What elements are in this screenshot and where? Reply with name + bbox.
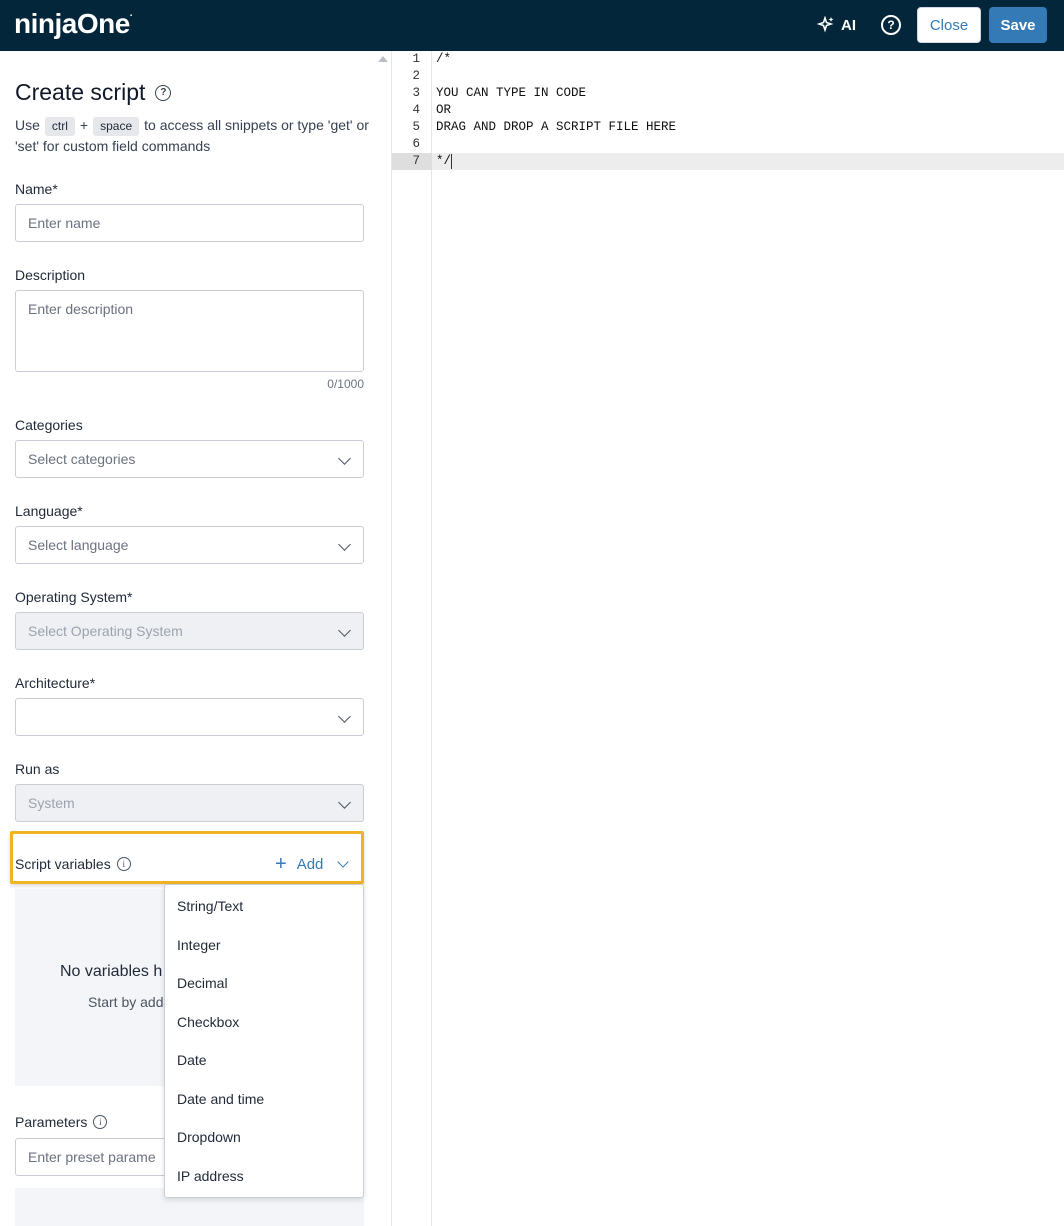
language-select[interactable]: Select language bbox=[15, 526, 364, 564]
run-as-label: Run as bbox=[15, 761, 60, 777]
description-counter: 0/1000 bbox=[327, 377, 364, 391]
ai-label: AI bbox=[841, 16, 856, 34]
chevron-down-icon bbox=[338, 538, 351, 551]
script-form-panel: Create script ? Use ctrl + space to access a… bbox=[0, 51, 392, 1226]
ctrl-key: ctrl bbox=[44, 117, 75, 136]
language-label: Language* bbox=[15, 503, 83, 519]
menu-item-date-time[interactable]: Date and time bbox=[177, 1091, 264, 1107]
add-variable-button[interactable]: + Add bbox=[275, 853, 350, 875]
line-number: 2 bbox=[412, 69, 420, 83]
name-label: Name* bbox=[15, 181, 58, 197]
line-number: 4 bbox=[412, 103, 420, 117]
menu-item-string[interactable]: String/Text bbox=[177, 898, 243, 914]
menu-item-integer[interactable]: Integer bbox=[177, 937, 221, 953]
architecture-select[interactable] bbox=[15, 698, 364, 736]
ninjaone-logo[interactable]: ninjaOne. bbox=[14, 8, 133, 40]
close-button[interactable]: Close bbox=[917, 7, 981, 43]
script-variables-label: Script variables i bbox=[15, 856, 131, 872]
empty-state-title: No variables h bbox=[60, 963, 163, 980]
menu-item-date[interactable]: Date bbox=[177, 1052, 207, 1068]
help-icon[interactable]: ? bbox=[881, 15, 901, 35]
os-label: Operating System* bbox=[15, 589, 133, 605]
text-cursor bbox=[451, 154, 452, 169]
chevron-down-icon bbox=[337, 856, 350, 868]
snippet-hint: Use ctrl + space to access all snippets or t… bbox=[15, 117, 369, 154]
code-line: DRAG AND DROP A SCRIPT FILE HERE bbox=[436, 120, 677, 134]
space-key: space bbox=[93, 117, 140, 136]
plus-icon: + bbox=[275, 853, 287, 875]
sparkle-icon bbox=[817, 16, 834, 33]
name-input[interactable]: Enter name bbox=[15, 204, 364, 242]
line-number: 7 bbox=[412, 154, 420, 168]
question-icon[interactable]: ? bbox=[155, 84, 172, 101]
code-line: YOU CAN TYPE IN CODE bbox=[436, 86, 587, 100]
menu-item-checkbox[interactable]: Checkbox bbox=[177, 1014, 239, 1030]
code-line: /* bbox=[436, 52, 452, 66]
ai-button[interactable]: AI bbox=[817, 14, 856, 36]
menu-item-dropdown[interactable]: Dropdown bbox=[177, 1129, 241, 1145]
description-label: Description bbox=[15, 267, 86, 283]
run-as-select[interactable]: System bbox=[15, 784, 364, 822]
line-number-gutter bbox=[392, 51, 432, 1226]
page-title: Create script ? bbox=[15, 79, 172, 106]
variable-type-menu: String/Text Integer Decimal Checkbox Dat… bbox=[164, 884, 364, 1198]
info-icon[interactable]: i bbox=[93, 1115, 108, 1129]
chevron-down-icon bbox=[338, 796, 351, 809]
save-button[interactable]: Save bbox=[989, 7, 1047, 43]
code-line: */ bbox=[436, 154, 452, 168]
empty-state-subtitle: Start by add bbox=[88, 994, 164, 1010]
os-select[interactable]: Select Operating System bbox=[15, 612, 364, 650]
menu-item-decimal[interactable]: Decimal bbox=[177, 975, 228, 991]
description-input[interactable]: Enter description bbox=[15, 290, 364, 372]
categories-select[interactable]: Select categories bbox=[15, 440, 364, 478]
categories-label: Categories bbox=[15, 417, 83, 433]
line-number: 3 bbox=[412, 86, 420, 100]
code-line: OR bbox=[436, 103, 452, 117]
architecture-label: Architecture* bbox=[15, 675, 96, 691]
chevron-down-icon bbox=[338, 624, 351, 637]
line-number: 6 bbox=[412, 137, 420, 151]
active-line-highlight bbox=[392, 153, 1064, 170]
menu-item-ip-address[interactable]: IP address bbox=[177, 1168, 244, 1184]
parameters-label: Parameters i bbox=[15, 1114, 108, 1130]
scroll-up-arrow-icon[interactable] bbox=[378, 56, 388, 62]
info-icon[interactable]: i bbox=[116, 857, 131, 871]
top-bar: ninjaOne. AI ? Close Save bbox=[0, 0, 1064, 51]
line-number: 1 bbox=[412, 52, 420, 66]
chevron-down-icon bbox=[338, 710, 351, 723]
chevron-down-icon bbox=[338, 452, 351, 465]
code-editor[interactable]: 1 2 3 4 5 6 7 /* YOU CAN TYPE IN CODE OR… bbox=[392, 51, 1064, 1226]
line-number: 5 bbox=[412, 120, 420, 134]
